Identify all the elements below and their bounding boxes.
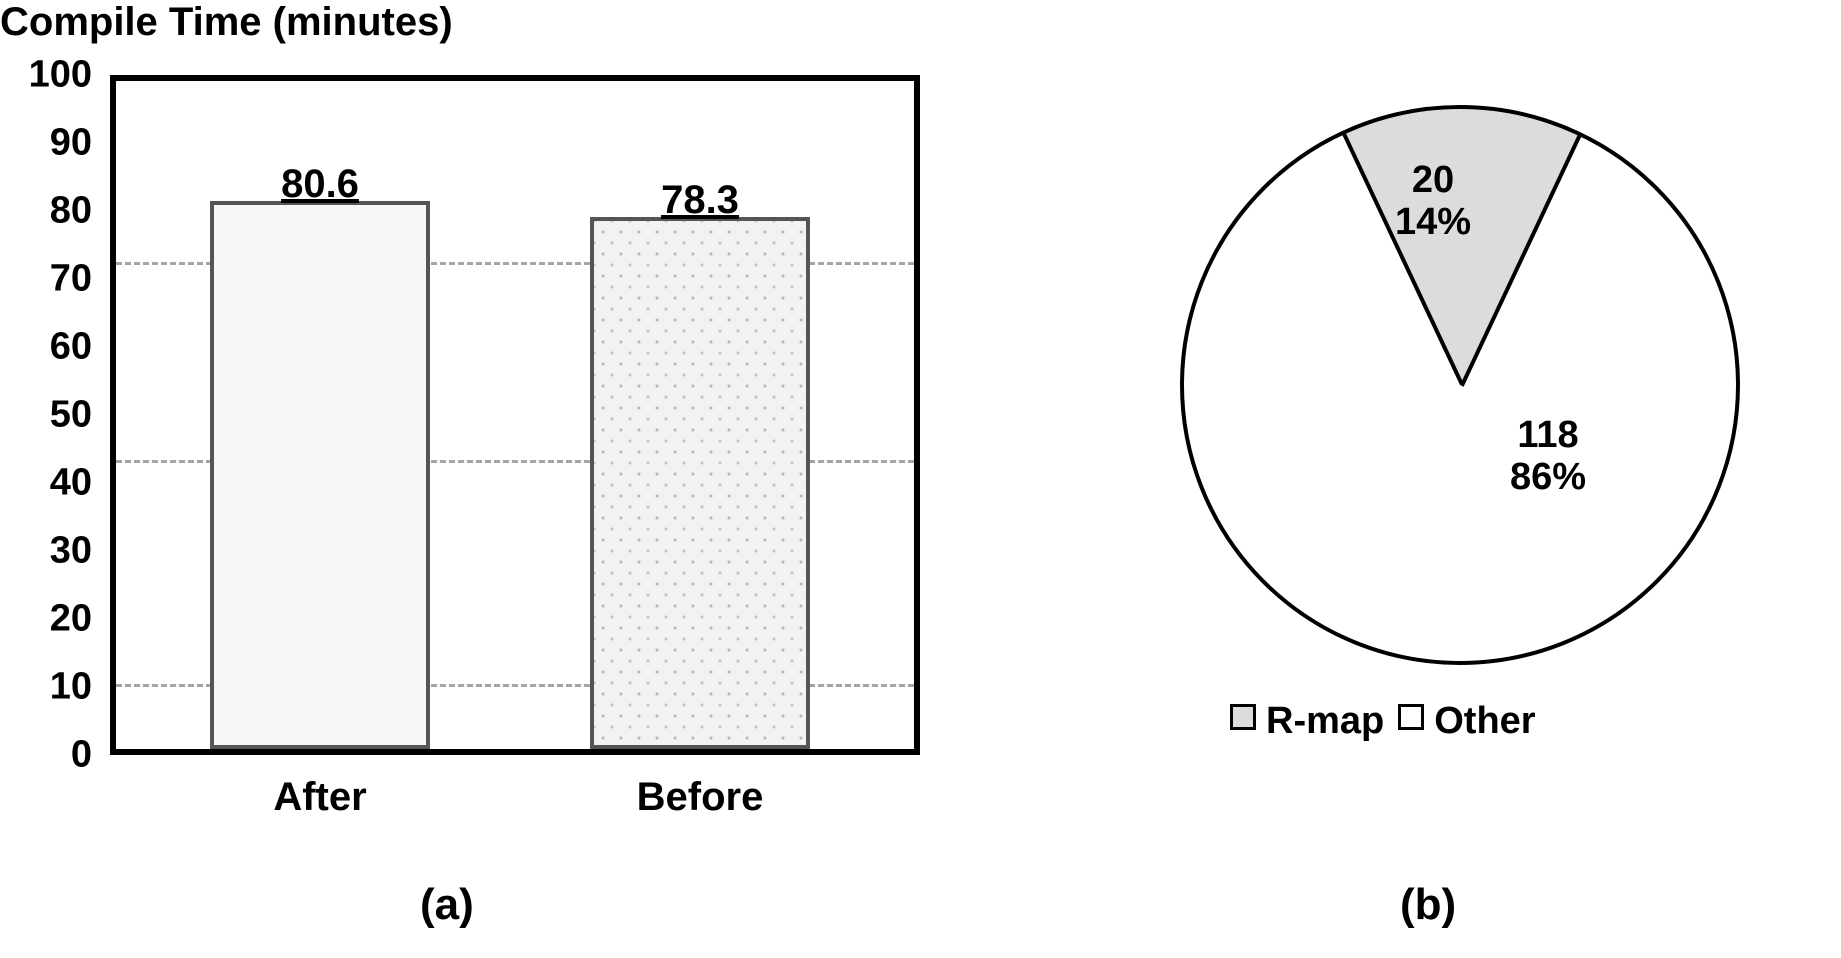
charts-root: Compile Time (minutes) 0 10 20 30 40 50 …: [0, 0, 1841, 958]
y-tick-label: 20: [2, 598, 92, 641]
x-category-label: After: [273, 775, 366, 820]
pie-slice-percent: 86%: [1510, 456, 1586, 498]
chart-title: Compile Time (minutes): [0, 0, 453, 45]
y-tick-label: 10: [2, 666, 92, 709]
bar-before: [590, 217, 810, 749]
pie-slice-percent: 14%: [1395, 201, 1471, 243]
bar-value-label: 78.3: [661, 178, 739, 223]
y-tick-label: 70: [2, 258, 92, 301]
pie-slice-label-other: 118 86%: [1510, 415, 1586, 499]
legend-label: Other: [1434, 700, 1535, 743]
bar-after: [210, 201, 430, 749]
subplot-label-b: (b): [1400, 880, 1456, 930]
pie-chart: 20 14% 118 86%: [1180, 105, 1740, 665]
y-tick-label: 50: [2, 394, 92, 437]
subplot-label-a: (a): [420, 880, 474, 930]
y-tick-label: 0: [2, 734, 92, 777]
bar-value-label: 80.6: [281, 162, 359, 207]
legend-swatch-icon: [1398, 704, 1424, 730]
pie-slice-value: 20: [1412, 159, 1454, 201]
pie-legend: R-map Other: [1230, 700, 1536, 743]
y-tick-label: 60: [2, 326, 92, 369]
y-tick-label: 30: [2, 530, 92, 573]
x-category-label: Before: [637, 775, 764, 820]
y-tick-label: 90: [2, 122, 92, 165]
legend-swatch-icon: [1230, 704, 1256, 730]
legend-item-rmap: R-map: [1230, 700, 1384, 743]
y-tick-label: 40: [2, 462, 92, 505]
pie-slice-value: 118: [1517, 414, 1578, 456]
legend-label: R-map: [1266, 700, 1384, 743]
pie-slice-label-rmap: 20 14%: [1395, 160, 1471, 244]
y-tick-label: 100: [2, 54, 92, 97]
legend-item-other: Other: [1398, 700, 1535, 743]
bar-chart: 0 10 20 30 40 50 60 70 80 90 100 80.6 78…: [110, 75, 920, 755]
y-tick-label: 80: [2, 190, 92, 233]
